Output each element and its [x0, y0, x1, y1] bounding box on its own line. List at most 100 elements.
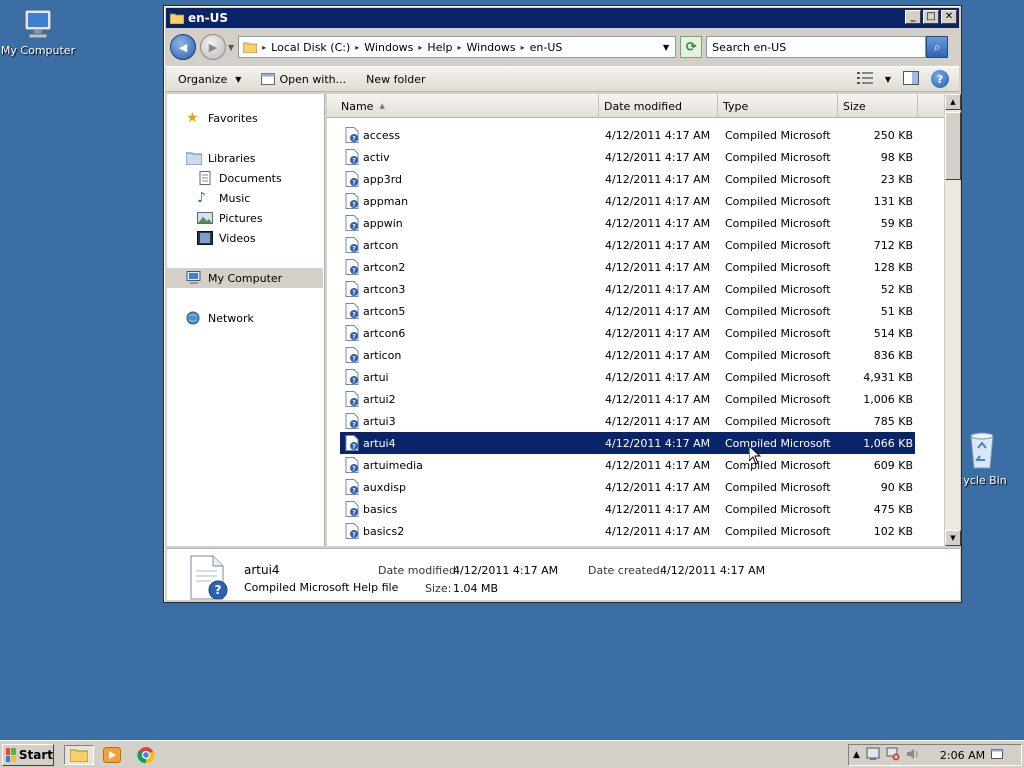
show-desktop-icon[interactable]: [991, 748, 1004, 763]
clock[interactable]: 2:06 AM: [940, 749, 985, 762]
views-button[interactable]: [856, 71, 873, 87]
table-row[interactable]: ? artcon3 4/12/2011 4:17 AM Compiled Micros…: [327, 278, 944, 300]
refresh-button[interactable]: ⟳: [680, 36, 703, 58]
open-with-button[interactable]: Open with...: [261, 73, 346, 86]
nav-music[interactable]: ♪ Music: [167, 188, 323, 208]
breadcrumb-windows[interactable]: Windows: [364, 41, 413, 54]
network-status-icon[interactable]: [886, 747, 900, 764]
table-row[interactable]: ? artui2 4/12/2011 4:17 AM Compiled Microso…: [327, 388, 944, 410]
file-name-cell[interactable]: ? artui2: [345, 391, 600, 407]
file-name-cell[interactable]: ? artcon5: [345, 303, 600, 319]
file-name-cell[interactable]: ? artuimedia: [345, 457, 600, 473]
table-row[interactable]: ? app3rd 4/12/2011 4:17 AM Compiled Microso…: [327, 168, 944, 190]
file-name-cell[interactable]: ? artcon2: [345, 259, 600, 275]
breadcrumb-en-us[interactable]: en-US: [530, 41, 563, 54]
table-row[interactable]: ? activ 4/12/2011 4:17 AM Compiled Microsof…: [327, 146, 944, 168]
file-name-cell[interactable]: ? appwin: [345, 215, 600, 231]
address-bar[interactable]: ▸ Local Disk (C:) ▸ Windows ▸ Help ▸ Win…: [238, 36, 677, 58]
breadcrumb-separator-icon[interactable]: ▸: [458, 43, 462, 52]
file-name-cell[interactable]: ? artui4: [345, 435, 600, 451]
file-name-cell[interactable]: ? appman: [345, 193, 600, 209]
file-name-cell[interactable]: ? artcon6: [345, 325, 600, 341]
table-row[interactable]: ? artcon6 4/12/2011 4:17 AM Compiled Micros…: [327, 322, 944, 344]
address-dropdown-icon[interactable]: ▼: [663, 43, 669, 52]
show-hidden-icons-icon[interactable]: ▲: [853, 750, 860, 760]
help-file-icon: ?: [345, 391, 359, 407]
nav-favorites[interactable]: ★ Favorites: [167, 108, 323, 128]
breadcrumb-separator-icon[interactable]: ▸: [418, 43, 422, 52]
recycle-bin-icon: [970, 432, 994, 469]
action-center-icon[interactable]: [866, 747, 880, 764]
details-created-value: 4/12/2011 4:17 AM: [660, 564, 766, 577]
file-name-cell[interactable]: ? basics: [345, 501, 600, 517]
file-name-cell[interactable]: ? basics2: [345, 523, 600, 539]
table-row[interactable]: ? artcon2 4/12/2011 4:17 AM Compiled Micros…: [327, 256, 944, 278]
nav-pictures[interactable]: Pictures: [167, 208, 323, 228]
table-row[interactable]: ? basics2 4/12/2011 4:17 AM Compiled Micros…: [327, 520, 944, 542]
desktop-icon-my-computer[interactable]: My Computer: [0, 8, 76, 57]
file-name-cell[interactable]: ? auxdisp: [345, 479, 600, 495]
taskbar-media-player-button[interactable]: [100, 745, 124, 765]
start-button[interactable]: Start: [2, 744, 54, 766]
column-header-type[interactable]: Type: [718, 94, 838, 118]
file-date-cell: 4/12/2011 4:17 AM: [605, 216, 711, 230]
table-row[interactable]: ? artcon 4/12/2011 4:17 AM Compiled Microso…: [327, 234, 944, 256]
file-name-cell[interactable]: ? artui: [345, 369, 600, 385]
table-row[interactable]: ? artcon5 4/12/2011 4:17 AM Compiled Micros…: [327, 300, 944, 322]
file-name-cell[interactable]: ? app3rd: [345, 171, 600, 187]
nav-network[interactable]: Network: [167, 308, 323, 328]
details-modified-label: Date modified:: [378, 564, 460, 577]
breadcrumb-help[interactable]: Help: [427, 41, 452, 54]
table-row[interactable]: ? articon 4/12/2011 4:17 AM Compiled Micros…: [327, 344, 944, 366]
help-icon[interactable]: ?: [931, 70, 949, 88]
organize-button[interactable]: Organize ▼: [178, 73, 241, 86]
column-header-name[interactable]: Name ▲: [327, 94, 599, 118]
table-row[interactable]: ? artui3 4/12/2011 4:17 AM Compiled Microso…: [327, 410, 944, 432]
file-name-cell[interactable]: ? activ: [345, 149, 600, 165]
breadcrumb-separator-icon[interactable]: ▸: [521, 43, 525, 52]
taskbar-explorer-button[interactable]: [64, 745, 94, 765]
breadcrumb-separator-icon[interactable]: ▸: [262, 43, 266, 52]
table-row[interactable]: ? artui4 4/12/2011 4:17 AM Compiled Microso…: [340, 432, 915, 454]
vertical-scrollbar[interactable]: ▲ ▼: [944, 94, 961, 546]
search-button[interactable]: ⌕: [926, 36, 949, 58]
table-row[interactable]: ? auxdisp 4/12/2011 4:17 AM Compiled Micros…: [327, 476, 944, 498]
breadcrumb-local-disk[interactable]: Local Disk (C:): [271, 41, 350, 54]
table-row[interactable]: ? artui 4/12/2011 4:17 AM Compiled Microsof…: [327, 366, 944, 388]
table-row[interactable]: ? basics 4/12/2011 4:17 AM Compiled Microso…: [327, 498, 944, 520]
taskbar-chrome-button[interactable]: [134, 745, 158, 765]
new-folder-button[interactable]: New folder: [366, 73, 425, 86]
volume-icon[interactable]: [906, 747, 920, 764]
minimize-button[interactable]: _: [905, 10, 921, 24]
file-name-cell[interactable]: ? artcon3: [345, 281, 600, 297]
file-name-cell[interactable]: ? artui3: [345, 413, 600, 429]
file-name-cell[interactable]: ? access: [345, 127, 600, 143]
search-input[interactable]: Search en-US: [706, 36, 927, 58]
table-row[interactable]: ? appwin 4/12/2011 4:17 AM Compiled Microso…: [327, 212, 944, 234]
back-button[interactable]: ◀: [170, 34, 196, 60]
close-button[interactable]: ✕: [941, 10, 957, 24]
file-date-cell: 4/12/2011 4:17 AM: [605, 414, 711, 428]
scroll-down-button[interactable]: ▼: [945, 530, 961, 546]
scroll-thumb[interactable]: [945, 112, 961, 180]
title-bar[interactable]: en-US _ □ ✕: [166, 8, 959, 28]
breadcrumb-separator-icon[interactable]: ▸: [355, 43, 359, 52]
forward-button[interactable]: ▶: [200, 34, 226, 60]
maximize-button[interactable]: □: [923, 10, 939, 24]
nav-documents[interactable]: Documents: [167, 168, 323, 188]
nav-videos[interactable]: Videos: [167, 228, 323, 248]
table-row[interactable]: ? access 4/12/2011 4:17 AM Compiled Microso…: [327, 124, 944, 146]
recent-pages-dropdown[interactable]: ▼: [228, 43, 234, 52]
file-name-cell[interactable]: ? articon: [345, 347, 600, 363]
breadcrumb-windows-2[interactable]: Windows: [467, 41, 516, 54]
views-dropdown-icon[interactable]: ▼: [885, 75, 891, 84]
nav-my-computer[interactable]: My Computer: [167, 268, 323, 288]
preview-pane-button[interactable]: [903, 70, 919, 88]
file-name-cell[interactable]: ? artcon: [345, 237, 600, 253]
table-row[interactable]: ? artuimedia 4/12/2011 4:17 AM Compiled Mic…: [327, 454, 944, 476]
scroll-up-button[interactable]: ▲: [945, 94, 961, 110]
column-header-size[interactable]: Size: [838, 94, 918, 118]
nav-libraries[interactable]: Libraries: [167, 148, 323, 168]
table-row[interactable]: ? appman 4/12/2011 4:17 AM Compiled Microso…: [327, 190, 944, 212]
column-header-date[interactable]: Date modified: [599, 94, 718, 118]
